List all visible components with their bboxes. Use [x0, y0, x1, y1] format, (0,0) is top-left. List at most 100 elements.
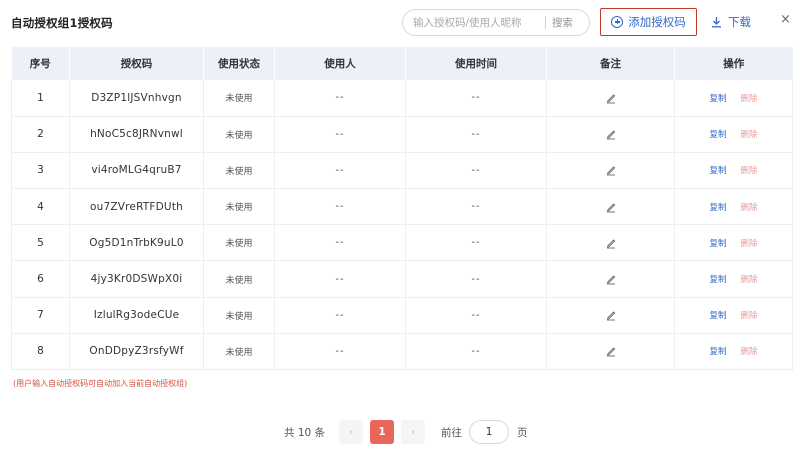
- row-index: 5: [11, 224, 70, 262]
- actions-cell: 复制 删除: [674, 188, 793, 226]
- time-cell: --: [405, 260, 547, 298]
- download-label: 下载: [728, 15, 751, 29]
- copy-button[interactable]: 复制: [709, 130, 726, 140]
- row-index: 6: [11, 260, 70, 298]
- delete-button[interactable]: 删除: [741, 311, 758, 321]
- auth-code: ou7ZVreRTFDUth: [69, 188, 204, 226]
- next-page-button[interactable]: ›: [401, 420, 426, 444]
- row-index: 7: [11, 297, 70, 334]
- add-code-label: 添加授权码: [628, 15, 686, 29]
- column-header-code: 授权码: [69, 47, 204, 80]
- edit-pencil-icon[interactable]: [605, 237, 617, 249]
- table-row: 4 ou7ZVreRTFDUth 未使用 -- -- 复制 删除: [11, 188, 793, 226]
- table-row: 1 D3ZP1lJSVnhvgn 未使用 -- -- 复制 删除: [11, 80, 793, 117]
- search-input[interactable]: [403, 10, 545, 35]
- row-index: 1: [11, 80, 70, 117]
- delete-button[interactable]: 删除: [741, 239, 758, 249]
- user-cell: --: [274, 188, 406, 226]
- edit-pencil-icon[interactable]: [605, 345, 617, 357]
- edit-pencil-icon[interactable]: [605, 128, 617, 140]
- copy-button[interactable]: 复制: [709, 275, 726, 285]
- status-cell: 未使用: [203, 152, 275, 190]
- remark-cell: [546, 152, 675, 190]
- table-row: 6 4jy3Kr0DSWpX0i 未使用 -- -- 复制 删除: [11, 260, 793, 298]
- copy-button[interactable]: 复制: [709, 311, 726, 321]
- remark-cell: [546, 80, 675, 117]
- user-cell: --: [274, 333, 406, 371]
- edit-pencil-icon[interactable]: [605, 309, 617, 321]
- time-cell: --: [405, 297, 547, 334]
- auth-code: vi4roMLG4qruB7: [69, 152, 204, 190]
- copy-button[interactable]: 复制: [709, 239, 726, 249]
- remark-cell: [546, 188, 675, 226]
- close-icon[interactable]: ×: [780, 12, 791, 27]
- search-box: 搜索: [402, 9, 590, 36]
- actions-cell: 复制 删除: [674, 80, 793, 117]
- remark-cell: [546, 333, 675, 371]
- actions-cell: 复制 删除: [674, 152, 793, 190]
- time-cell: --: [405, 80, 547, 117]
- row-index: 8: [11, 333, 70, 371]
- status-cell: 未使用: [203, 260, 275, 298]
- download-icon: [712, 17, 721, 28]
- auth-code: IzlulRg3odeCUe: [69, 297, 204, 334]
- page-1-button[interactable]: 1: [370, 420, 395, 444]
- auth-code: D3ZP1lJSVnhvgn: [69, 80, 204, 117]
- prev-page-button[interactable]: ‹: [339, 420, 364, 444]
- row-index: 2: [11, 116, 70, 153]
- row-index: 4: [11, 188, 70, 226]
- column-header-actions: 操作: [674, 47, 793, 80]
- delete-button[interactable]: 删除: [741, 203, 758, 213]
- remark-cell: [546, 224, 675, 262]
- time-cell: --: [405, 224, 547, 262]
- table-row: 2 hNoC5c8JRNvnwl 未使用 -- -- 复制 删除: [11, 116, 793, 153]
- copy-button[interactable]: 复制: [709, 347, 726, 357]
- auth-code: 4jy3Kr0DSWpX0i: [69, 260, 204, 298]
- auto-join-note: (用户输入自动授权码可自动加入当前自动授权组): [13, 379, 188, 388]
- status-cell: 未使用: [203, 116, 275, 153]
- edit-pencil-icon[interactable]: [605, 201, 617, 213]
- edit-pencil-icon[interactable]: [605, 92, 617, 104]
- download-button[interactable]: 下载: [711, 14, 751, 30]
- row-index: 3: [11, 152, 70, 190]
- actions-cell: 复制 删除: [674, 224, 793, 262]
- copy-button[interactable]: 复制: [709, 203, 726, 213]
- column-header-status: 使用状态: [203, 47, 275, 80]
- table-row: 5 Og5D1nTrbK9uL0 未使用 -- -- 复制 删除: [11, 224, 793, 262]
- time-cell: --: [405, 188, 547, 226]
- table-row: 3 vi4roMLG4qruB7 未使用 -- -- 复制 删除: [11, 152, 793, 190]
- add-code-button[interactable]: 添加授权码: [600, 8, 697, 36]
- table-row: 8 OnDDpyZ3rsfyWf 未使用 -- -- 复制 删除: [11, 333, 793, 371]
- copy-button[interactable]: 复制: [709, 166, 726, 176]
- plus-circle-icon: [611, 16, 624, 28]
- actions-cell: 复制 删除: [674, 260, 793, 298]
- copy-button[interactable]: 复制: [709, 94, 726, 104]
- status-cell: 未使用: [203, 188, 275, 226]
- edit-pencil-icon[interactable]: [605, 273, 617, 285]
- status-cell: 未使用: [203, 80, 275, 117]
- auth-code: hNoC5c8JRNvnwl: [69, 116, 204, 153]
- actions-cell: 复制 删除: [674, 116, 793, 153]
- edit-pencil-icon[interactable]: [605, 164, 617, 176]
- user-cell: --: [274, 224, 406, 262]
- goto-label: 前往: [441, 426, 463, 439]
- page-unit-label: 页: [517, 426, 528, 439]
- status-cell: 未使用: [203, 297, 275, 334]
- actions-cell: 复制 删除: [674, 297, 793, 334]
- column-header-time: 使用时间: [405, 47, 547, 80]
- auth-code: OnDDpyZ3rsfyWf: [69, 333, 204, 371]
- remark-cell: [546, 116, 675, 153]
- time-cell: --: [405, 116, 547, 153]
- table-row: 7 IzlulRg3odeCUe 未使用 -- -- 复制 删除: [11, 297, 793, 334]
- goto-page-input[interactable]: [469, 420, 510, 444]
- time-cell: --: [405, 333, 547, 371]
- delete-button[interactable]: 删除: [741, 166, 758, 176]
- dialog-title: 自动授权组1授权码: [11, 16, 113, 30]
- delete-button[interactable]: 删除: [741, 94, 758, 104]
- time-cell: --: [405, 152, 547, 190]
- delete-button[interactable]: 删除: [741, 347, 758, 357]
- search-button[interactable]: 搜索: [546, 15, 573, 30]
- dialog-header: 自动授权组1授权码 搜索 添加授权码 下载 ×: [0, 0, 805, 46]
- delete-button[interactable]: 删除: [741, 275, 758, 285]
- delete-button[interactable]: 删除: [741, 130, 758, 140]
